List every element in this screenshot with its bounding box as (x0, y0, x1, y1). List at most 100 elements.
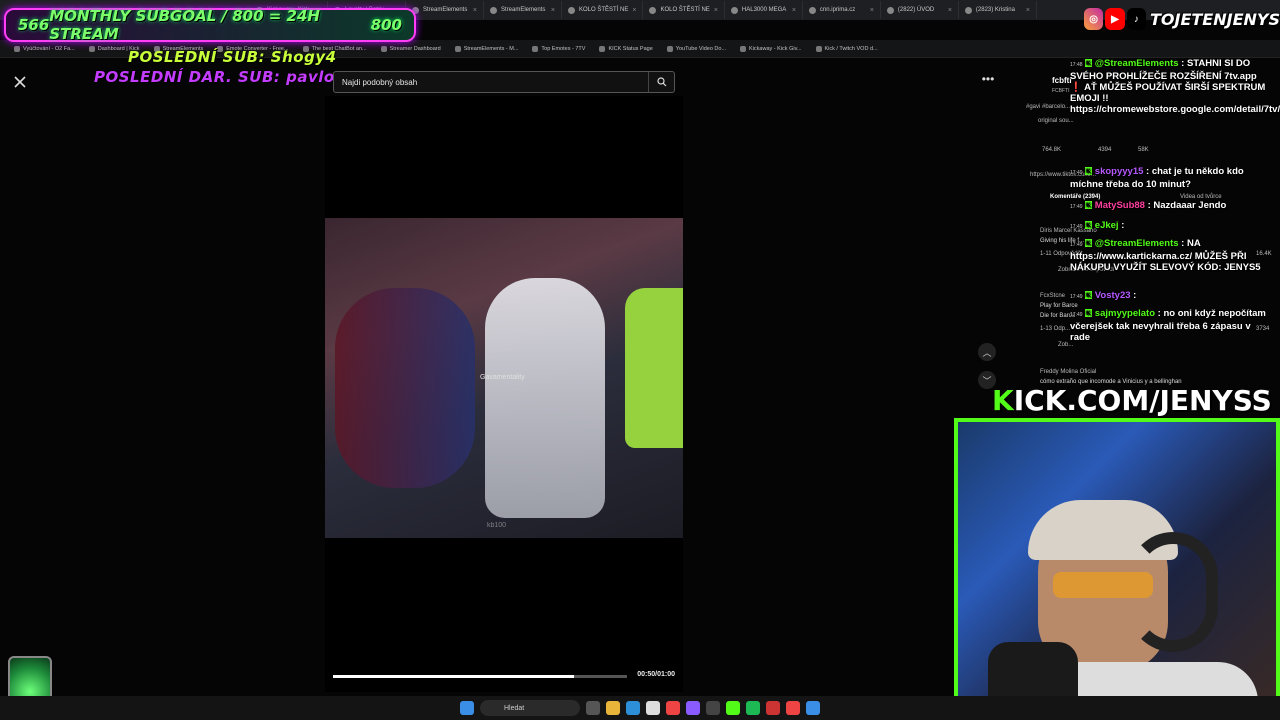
video-frame[interactable]: Gavamentality kb100 (325, 218, 683, 538)
bookmark-item[interactable]: YouTube Video Do... (661, 45, 732, 52)
chat-username: skopyyy15 (1094, 166, 1144, 177)
bookmark-label: Top Emotes - 7TV (541, 45, 586, 52)
browser-tab[interactable]: HAL3000 MEGA × (725, 1, 803, 19)
sub-badge-icon: K (1085, 167, 1093, 176)
close-tab-icon[interactable]: × (473, 7, 477, 14)
instagram-icon: ◎ (1084, 8, 1104, 30)
chat-message: 17:49 K sajmyypelato : no oni když nepoč… (1070, 308, 1270, 343)
tiktok-icon: ♪ (1126, 8, 1146, 30)
close-tab-icon[interactable]: × (714, 7, 718, 14)
chat-timestamp: 17:49 (1070, 242, 1083, 248)
video-sound[interactable]: original sou... (1038, 118, 1074, 124)
sub-badge-icon: K (1085, 239, 1093, 248)
close-tab-icon[interactable]: × (551, 7, 555, 14)
chat-message: 17:49 K Vosty23 : (1070, 290, 1270, 303)
video-progress-bar[interactable] (333, 675, 627, 678)
bookmark-item[interactable]: Streamer Dashboard (375, 45, 447, 52)
close-tab-icon[interactable]: × (632, 7, 636, 14)
bookmark-item[interactable]: Vyúčtování - O2 Fa... (8, 45, 81, 52)
tab-favicon-icon (730, 6, 738, 14)
tab-favicon-icon (490, 6, 497, 14)
chat-timestamp: 17:49 (1070, 224, 1083, 230)
chevron-down-icon: ﹀ (982, 375, 992, 386)
bookmark-favicon-icon (599, 45, 606, 52)
chat-timestamp: 17:48 (1070, 62, 1083, 68)
like-count[interactable]: 764.8K (1042, 147, 1061, 153)
previous-video-button[interactable]: ︿ (978, 343, 996, 361)
browser-tab-label: KOLO ŠTĚSTÍ NE (579, 7, 629, 13)
spotify-icon[interactable] (746, 701, 760, 715)
tab-favicon-icon (568, 6, 575, 14)
kick-url-text: ICK.COM/JENYSS (1013, 384, 1272, 417)
taskbar-search[interactable]: Hledat (480, 700, 580, 716)
video-progress-fill (333, 675, 575, 678)
close-tab-icon[interactable]: × (792, 7, 796, 14)
bookmark-item[interactable]: Top Emotes - 7TV (526, 45, 591, 52)
bookmark-favicon-icon (666, 45, 673, 52)
chat-username: @StreamElements (1094, 238, 1179, 249)
video-tags: #gavi #barcelo... (1026, 104, 1071, 110)
close-tab-icon[interactable]: × (948, 7, 952, 14)
close-button[interactable] (10, 72, 30, 92)
search-bar[interactable]: Najdi podobný obsah (333, 71, 675, 93)
video-watermark-2: kb100 (487, 522, 507, 529)
bookmark-label: Streamer Dashboard (389, 45, 441, 52)
app-icon-8[interactable] (706, 701, 720, 715)
search-input[interactable]: Najdi podobný obsah (334, 78, 648, 87)
comment-3-author[interactable]: Freddy Molina Oficial (1040, 369, 1096, 375)
video-time: 00:50/01:00 (637, 671, 675, 678)
browser-tab-label: StreamElements (501, 7, 546, 13)
bookmark-favicon-icon (380, 45, 387, 52)
streamlabs-icon[interactable] (686, 701, 700, 715)
browser-tab[interactable]: StreamElements × (484, 1, 562, 19)
browser-tab-label: StreamElements (423, 7, 468, 13)
search-button[interactable] (648, 72, 674, 92)
sub-badge-icon: K (1085, 291, 1093, 300)
bookmark-item[interactable]: KICK Status Page (593, 45, 658, 52)
browser-tab[interactable]: KOLO ŠTĚSTÍ NE × (643, 1, 725, 19)
subgoal-banner: 566 MONTHLY SUBGOAL / 800 = 24H STREAM 8… (4, 7, 416, 43)
video-figure-red (335, 288, 475, 488)
notepad-icon[interactable] (806, 701, 820, 715)
chat-username: eJkej (1094, 220, 1119, 231)
browser-tab-label: KOLO ŠTĚSTÍ NE (660, 7, 710, 13)
video-watermark: Gavamentality (480, 374, 525, 381)
file-explorer-icon[interactable] (606, 701, 620, 715)
bookmark-item[interactable]: StreamElements - M... (449, 45, 525, 52)
browser-tab[interactable]: StreamElements × (406, 1, 484, 19)
start-icon[interactable] (460, 701, 474, 715)
video-author[interactable]: fcbfti (1052, 76, 1072, 85)
task-view-icon[interactable] (586, 701, 600, 715)
bookmark-item[interactable]: Kick / Twitch VOD d... (810, 45, 884, 52)
browser-tab[interactable]: (2823) Kristina × (959, 1, 1037, 19)
browser-tab-label: HAL3000 MEGA (741, 7, 787, 13)
chrome-icon-2[interactable] (786, 701, 800, 715)
browser-tab[interactable]: KOLO ŠTĚSTÍ NE × (562, 1, 644, 19)
close-tab-icon[interactable]: × (1026, 7, 1030, 14)
close-tab-icon[interactable]: × (870, 7, 874, 14)
chrome-icon[interactable] (666, 701, 680, 715)
video-player[interactable]: Gavamentality kb100 00:50/01:00 (325, 96, 683, 692)
video-figure-green (625, 288, 683, 448)
bookmark-item[interactable]: Kickaway - Kick Giv... (734, 45, 807, 52)
more-options-button[interactable]: ••• (978, 72, 998, 88)
browser-tab[interactable]: (2822) ÚVOD × (881, 1, 959, 19)
kick-icon[interactable] (726, 701, 740, 715)
webcam-feed (954, 418, 1280, 720)
social-brand-bar: ◎ ▶ ♪ TOJETENJENYS (1084, 4, 1280, 34)
sub-badge-icon: K (1085, 309, 1093, 318)
app-icon-11[interactable] (766, 701, 780, 715)
edge-icon[interactable] (626, 701, 640, 715)
bookmark-favicon-icon (740, 45, 747, 52)
subgoal-title: MONTHLY SUBGOAL / 800 = 24H STREAM (49, 7, 320, 43)
chevron-up-icon: ︿ (982, 347, 992, 358)
channel-brand: TOJETENJENYS (1149, 9, 1280, 29)
comment-2-meta[interactable]: 1-13 Odp... (1040, 326, 1070, 332)
tab-favicon-icon (964, 6, 972, 14)
browser-tab-label: (2822) ÚVOD (897, 7, 935, 13)
chat-timestamp: 17:49 (1070, 294, 1083, 300)
store-icon[interactable] (646, 701, 660, 715)
browser-tab[interactable]: cnn.iprima.cz × (803, 1, 881, 19)
comment-2-author[interactable]: FcxStcne (1040, 293, 1065, 299)
bookmark-favicon-icon (454, 45, 461, 52)
